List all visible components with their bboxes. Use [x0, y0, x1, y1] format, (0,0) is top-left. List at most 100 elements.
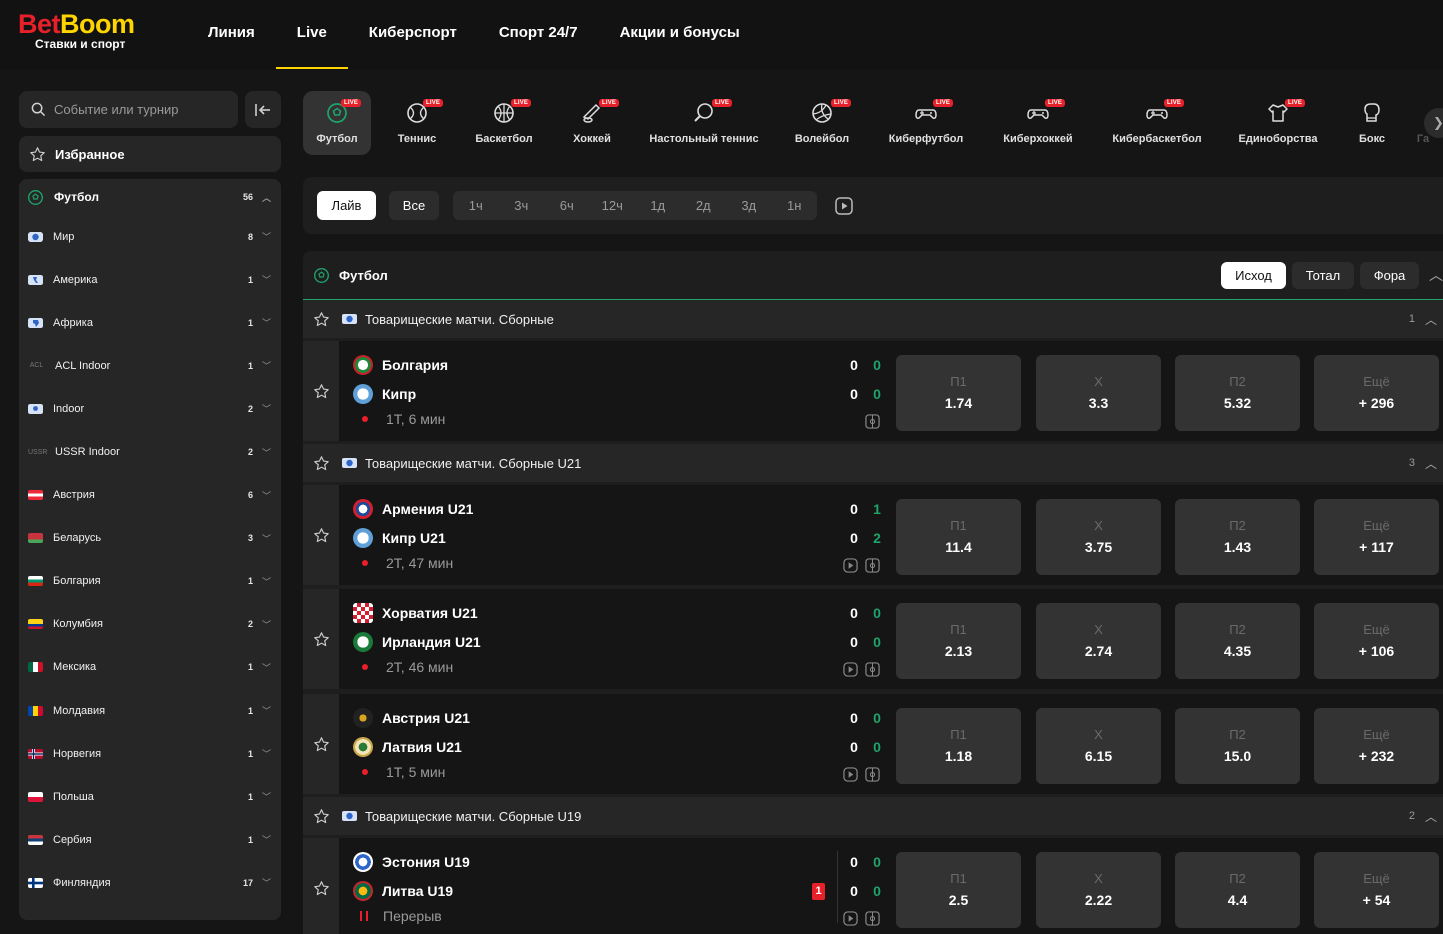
period-3d[interactable]: 3д — [726, 191, 772, 220]
period-6h[interactable]: 6ч — [544, 191, 590, 220]
search-box[interactable] — [19, 91, 238, 128]
favorites-item[interactable]: Избранное — [19, 136, 281, 172]
odd-away[interactable]: П2 4.35 — [1175, 603, 1300, 679]
filter-all-button[interactable]: Все — [389, 191, 439, 220]
sidebar-sport-football[interactable]: Футбол 56 ︿ — [19, 179, 281, 215]
tab-cyber-football[interactable]: LIVE Киберфутбол — [875, 91, 977, 155]
more-markets-button[interactable]: Ещё + 117 — [1314, 499, 1439, 575]
sidebar-region-bulgaria[interactable]: Болгария 1 ﹀ — [19, 560, 281, 603]
sidebar-region-finland[interactable]: Финляндия 17 ﹀ — [19, 861, 281, 904]
video-filter-button[interactable] — [835, 197, 853, 220]
league-name: Товарищеские матчи. Сборные U21 — [365, 455, 582, 471]
tab-tennis[interactable]: LIVE Теннис — [371, 91, 463, 155]
sidebar-region-mexico[interactable]: Мексика 1 ﹀ — [19, 646, 281, 689]
tab-hockey[interactable]: LIVE Хоккей — [545, 91, 639, 155]
nav-live[interactable]: Live — [275, 0, 348, 70]
field-icon[interactable] — [865, 767, 880, 782]
search-input[interactable] — [54, 102, 224, 117]
collapse-sidebar-button[interactable] — [245, 91, 281, 128]
odd-home[interactable]: П1 1.18 — [896, 708, 1021, 784]
period-12h[interactable]: 12ч — [590, 191, 636, 220]
nav-esports[interactable]: Киберспорт — [348, 0, 478, 70]
odd-home[interactable]: П1 2.5 — [896, 852, 1021, 928]
favorite-match-button[interactable] — [303, 838, 339, 934]
more-markets-button[interactable]: Ещё + 296 — [1314, 355, 1439, 431]
match-body[interactable]: Эстония U19 Литва U19 Перерыв 1 0 0 0 0 … — [339, 838, 1443, 934]
tab-cyber-basketball[interactable]: LIVE Кибербаскетбол — [1099, 91, 1215, 155]
match-body[interactable]: Австрия U21 Латвия U21 1Т, 5 мин 0 0 0 0… — [339, 694, 1443, 794]
period-3h[interactable]: 3ч — [499, 191, 545, 220]
odd-draw[interactable]: Х 3.3 — [1036, 355, 1161, 431]
sidebar-region-austria[interactable]: Австрия 6 ﹀ — [19, 474, 281, 517]
more-markets-button[interactable]: Ещё + 54 — [1314, 852, 1439, 928]
period-1h[interactable]: 1ч — [453, 191, 499, 220]
period-1w[interactable]: 1н — [772, 191, 818, 220]
video-icon[interactable] — [843, 767, 858, 782]
video-icon[interactable] — [843, 558, 858, 573]
odd-home[interactable]: П1 1.74 — [896, 355, 1021, 431]
away-score: 0 — [850, 386, 858, 402]
nav-line[interactable]: Линия — [187, 0, 276, 70]
odd-away[interactable]: П2 1.43 — [1175, 499, 1300, 575]
sidebar-region-indoor[interactable]: Indoor 2 ﹀ — [19, 387, 281, 430]
star-icon[interactable] — [313, 808, 330, 825]
field-icon[interactable] — [865, 911, 880, 926]
sidebar-region-moldova[interactable]: Молдавия 1 ﹀ — [19, 689, 281, 732]
favorite-match-button[interactable] — [303, 694, 339, 794]
sidebar-region-poland[interactable]: Польша 1 ﹀ — [19, 775, 281, 818]
league-header[interactable]: Товарищеские матчи. Сборные 1 ︿ — [303, 300, 1443, 338]
odd-draw[interactable]: Х 2.74 — [1036, 603, 1161, 679]
nav-sport-24-7[interactable]: Спорт 24/7 — [478, 0, 599, 70]
odd-draw[interactable]: Х 3.75 — [1036, 499, 1161, 575]
betboom-logo[interactable]: BetBoom Ставки и спорт — [18, 10, 135, 51]
market-outcome-button[interactable]: Исход — [1221, 261, 1286, 289]
odd-away[interactable]: П2 4.4 — [1175, 852, 1300, 928]
field-icon[interactable] — [865, 662, 880, 677]
filter-live-button[interactable]: Лайв — [317, 191, 376, 220]
star-icon[interactable] — [313, 455, 330, 472]
tab-volleyball[interactable]: LIVE Волейбол — [769, 91, 875, 155]
tab-martial-arts[interactable]: LIVE Единоборства — [1215, 91, 1341, 155]
tab-table-tennis[interactable]: LIVE Настольный теннис — [639, 91, 769, 155]
field-icon[interactable] — [865, 558, 880, 573]
tab-football[interactable]: LIVE Футбол — [303, 91, 371, 155]
tab-basketball[interactable]: LIVE Баскетбол — [463, 91, 545, 155]
sidebar-region-belarus[interactable]: Беларусь 3 ﹀ — [19, 517, 281, 560]
tab-cyber-hockey[interactable]: LIVE Киберхоккей — [977, 91, 1099, 155]
favorite-match-button[interactable] — [303, 485, 339, 585]
tab-boxing[interactable]: Бокс — [1341, 91, 1403, 155]
match-body[interactable]: Армения U21 Кипр U21 2Т, 47 мин 0 1 0 2 … — [339, 485, 1443, 585]
sidebar-region-world[interactable]: Мир 8 ﹀ — [19, 215, 281, 258]
match-body[interactable]: Болгария Кипр 1Т, 6 мин 0 0 0 0 П1 1.74 Х… — [339, 341, 1443, 441]
league-header[interactable]: Товарищеские матчи. Сборные U21 3 ︿ — [303, 444, 1443, 482]
league-header[interactable]: Товарищеские матчи. Сборные U19 2 ︿ — [303, 797, 1443, 835]
video-icon[interactable] — [843, 662, 858, 677]
star-icon[interactable] — [313, 311, 330, 328]
sidebar-region-colombia[interactable]: Колумбия 2 ﹀ — [19, 603, 281, 646]
sidebar-region-ussr-indoor[interactable]: USSR USSR Indoor 2 ﹀ — [19, 430, 281, 473]
sidebar-region-africa[interactable]: Африка 1 ﹀ — [19, 301, 281, 344]
field-icon[interactable] — [865, 414, 880, 429]
sidebar-region-norway[interactable]: Норвегия 1 ﹀ — [19, 732, 281, 775]
sidebar-region-acl-indoor[interactable]: ACL ACL Indoor 1 ﹀ — [19, 344, 281, 387]
video-icon[interactable] — [843, 911, 858, 926]
period-2d[interactable]: 2д — [681, 191, 727, 220]
favorite-match-button[interactable] — [303, 589, 339, 689]
odd-away[interactable]: П2 15.0 — [1175, 708, 1300, 784]
nav-promotions[interactable]: Акции и бонусы — [599, 0, 761, 70]
odd-home[interactable]: П1 11.4 — [896, 499, 1021, 575]
market-total-button[interactable]: Тотал — [1292, 261, 1354, 289]
sidebar-region-serbia[interactable]: Сербия 1 ﹀ — [19, 818, 281, 861]
more-markets-button[interactable]: Ещё + 232 — [1314, 708, 1439, 784]
odd-home[interactable]: П1 2.13 — [896, 603, 1021, 679]
collapse-up-icon[interactable]: ︿ — [1429, 265, 1443, 285]
match-body[interactable]: Хорватия U21 Ирландия U21 2Т, 46 мин 0 0… — [339, 589, 1443, 689]
sidebar-region-america[interactable]: Америка 1 ﹀ — [19, 258, 281, 301]
more-markets-button[interactable]: Ещё + 106 — [1314, 603, 1439, 679]
market-handicap-button[interactable]: Фора — [1360, 261, 1419, 289]
period-1d[interactable]: 1д — [635, 191, 681, 220]
favorite-match-button[interactable] — [303, 341, 339, 441]
odd-draw[interactable]: Х 2.22 — [1036, 852, 1161, 928]
odd-draw[interactable]: Х 6.15 — [1036, 708, 1161, 784]
odd-away[interactable]: П2 5.32 — [1175, 355, 1300, 431]
